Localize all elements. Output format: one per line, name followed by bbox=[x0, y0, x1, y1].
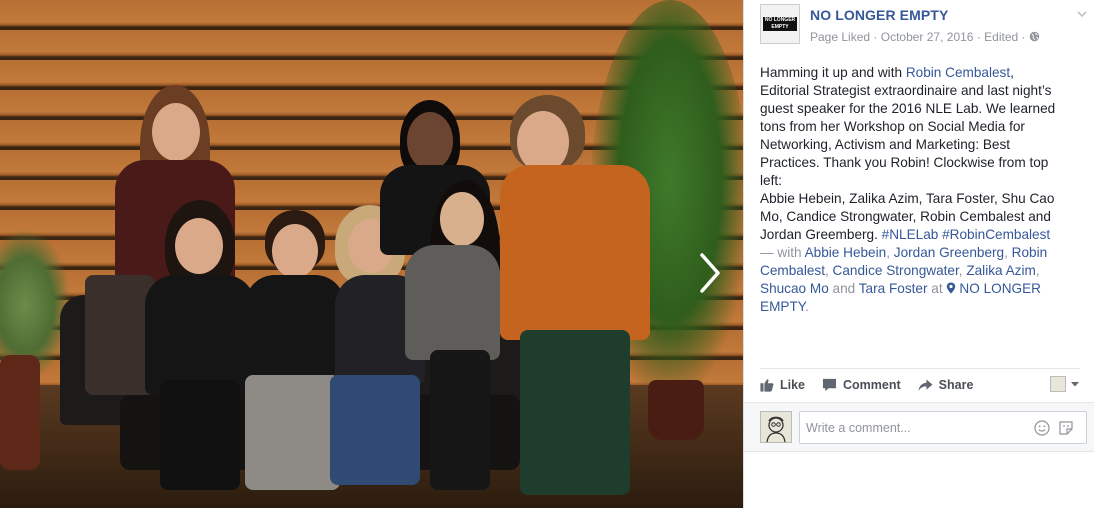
tag-zalika-azim[interactable]: Zalika Azim bbox=[966, 263, 1036, 278]
hashtag-robincembalest[interactable]: #RobinCembalest bbox=[942, 227, 1050, 242]
user-avatar-icon bbox=[766, 416, 786, 443]
person-7 bbox=[495, 95, 655, 500]
user-avatar bbox=[760, 411, 792, 443]
thumbs-up-icon bbox=[760, 379, 774, 392]
globe-icon[interactable] bbox=[1029, 31, 1040, 42]
with-label: — with bbox=[760, 245, 805, 260]
chevron-right-icon bbox=[700, 253, 720, 293]
comment-input[interactable] bbox=[800, 412, 1026, 443]
tag-jordan-greenberg[interactable]: Jordan Greenberg bbox=[894, 245, 1004, 260]
comment-button[interactable]: Comment bbox=[822, 378, 901, 392]
share-label: Share bbox=[938, 378, 974, 392]
page-logo: NO LONGER EMPTY bbox=[763, 17, 797, 31]
post-options-chevron-icon[interactable] bbox=[1076, 8, 1088, 20]
chevron-down-icon bbox=[1071, 382, 1079, 387]
like-label: Like bbox=[780, 378, 806, 392]
post-date-link[interactable]: October 27, 2016 bbox=[881, 30, 974, 44]
speech-bubble-icon bbox=[822, 378, 837, 392]
edited-link[interactable]: Edited bbox=[984, 30, 1018, 44]
plant-pot-right bbox=[648, 380, 704, 440]
tag-abbie-hebein[interactable]: Abbie Hebein bbox=[805, 245, 887, 260]
comment-composer bbox=[744, 402, 1094, 452]
comment-label: Comment bbox=[843, 378, 901, 392]
plant-pot-left bbox=[0, 355, 40, 470]
tag-candice-strongwater[interactable]: Candice Strongwater bbox=[833, 263, 959, 278]
tag-shucao-mo[interactable]: Shucao Mo bbox=[760, 281, 829, 296]
hashtag-nlelab[interactable]: #NLELab bbox=[882, 227, 939, 242]
user-avatar-small bbox=[1050, 376, 1066, 392]
post-photo[interactable] bbox=[0, 0, 743, 508]
next-photo-button[interactable] bbox=[692, 248, 728, 298]
share-arrow-icon bbox=[918, 378, 933, 391]
person-6 bbox=[405, 180, 505, 500]
post-actions: Like Comment Share bbox=[760, 372, 1080, 398]
post-as-selector[interactable] bbox=[1050, 376, 1080, 392]
actions-divider bbox=[760, 368, 1080, 369]
post-meta: Page Liked · October 27, 2016 · Edited · bbox=[810, 30, 1040, 44]
map-pin-icon bbox=[947, 282, 956, 294]
mention-robin-cembalest[interactable]: Robin Cembalest bbox=[906, 65, 1010, 80]
post-panel: NO LONGER EMPTY NO LONGER EMPTY Page Like… bbox=[743, 0, 1094, 508]
comment-box[interactable] bbox=[799, 411, 1087, 444]
smiley-icon[interactable] bbox=[1034, 420, 1050, 436]
sticker-icon[interactable] bbox=[1058, 420, 1074, 436]
share-button[interactable]: Share bbox=[918, 378, 974, 392]
page-avatar[interactable]: NO LONGER EMPTY bbox=[760, 4, 800, 44]
tag-tara-foster[interactable]: Tara Foster bbox=[859, 281, 928, 296]
post-text: Hamming it up and with Robin Cembalest, … bbox=[760, 65, 1056, 314]
like-button[interactable]: Like bbox=[760, 378, 805, 392]
post-header: NO LONGER EMPTY NO LONGER EMPTY Page Like… bbox=[760, 4, 1090, 48]
page-name-link[interactable]: NO LONGER EMPTY bbox=[810, 7, 948, 23]
page-liked-label[interactable]: Page Liked bbox=[810, 30, 870, 44]
